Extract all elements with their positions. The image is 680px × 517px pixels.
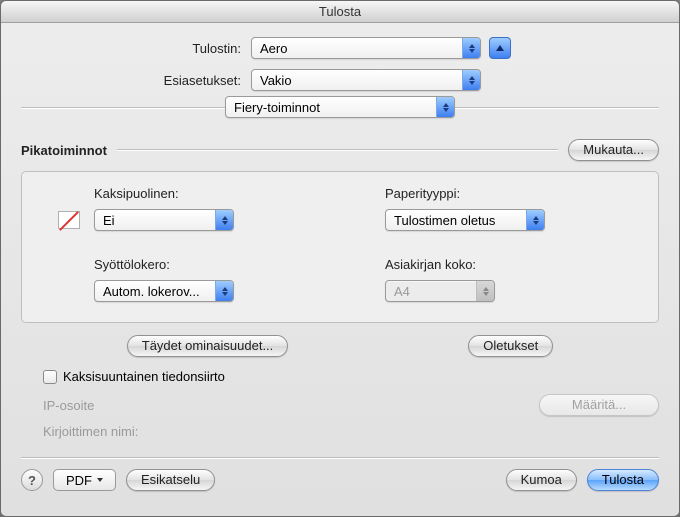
docsize-select: A4 — [385, 280, 495, 302]
dropdown-arrows-icon — [215, 210, 233, 230]
docsize-select-value: A4 — [386, 284, 476, 299]
inputtray-select[interactable]: Autom. lokerov... — [94, 280, 234, 302]
disclosure-button[interactable] — [489, 37, 511, 59]
window-title: Tulosta — [1, 1, 679, 23]
duplex-off-icon — [58, 211, 80, 229]
triangle-down-icon — [97, 478, 103, 482]
printer-select-value: Aero — [252, 41, 462, 56]
pdf-menu-label: PDF — [66, 473, 92, 488]
docsize-label: Asiakirjan koko: — [385, 257, 636, 272]
print-button[interactable]: Tulosta — [587, 469, 659, 491]
presets-select[interactable]: Vakio — [251, 69, 481, 91]
customize-button[interactable]: Mukauta... — [568, 139, 659, 161]
dropdown-arrows-icon — [526, 210, 544, 230]
mid-buttons-row: Täydet ominaisuudet... Oletukset — [21, 335, 659, 357]
printer-label: Tulostin: — [21, 41, 251, 56]
dropdown-arrows-icon — [215, 281, 233, 301]
dropdown-arrows-icon — [462, 38, 480, 58]
bottom-divider — [21, 457, 659, 459]
papertype-select-value: Tulostimen oletus — [386, 213, 526, 228]
dialog-footer: ? PDF Esikatselu Kumoa Tulosta — [21, 469, 659, 493]
quick-actions-title: Pikatoiminnot — [21, 143, 107, 158]
triangle-up-icon — [496, 45, 504, 51]
ip-label: IP-osoite — [43, 398, 163, 413]
duplex-select-value: Ei — [95, 213, 215, 228]
full-properties-button[interactable]: Täydet ominaisuudet... — [127, 335, 289, 357]
printer-name-row: Kirjoittimen nimi: — [43, 424, 659, 439]
papertype-select[interactable]: Tulostimen oletus — [385, 209, 545, 231]
dialog-content: Tulostin: Aero Esiasetukset: Vakio Fiery… — [1, 23, 679, 516]
bidi-checkbox-label: Kaksisuuntainen tiedonsiirto — [63, 369, 225, 384]
dropdown-arrows-icon — [462, 70, 480, 90]
presets-label: Esiasetukset: — [21, 73, 251, 88]
quick-actions-panel: Kaksipuolinen: Paperityyppi: Ei Tulostim… — [21, 171, 659, 323]
configure-button: Määritä... — [539, 394, 659, 416]
duplex-select[interactable]: Ei — [94, 209, 234, 231]
help-button[interactable]: ? — [21, 469, 43, 491]
divider-line — [117, 149, 558, 151]
bidi-checkbox[interactable] — [43, 370, 57, 384]
ip-row: IP-osoite Määritä... — [43, 394, 659, 416]
dropdown-arrows-icon — [476, 281, 494, 301]
bidi-checkbox-row: Kaksisuuntainen tiedonsiirto — [43, 369, 659, 384]
pane-select[interactable]: Fiery-toiminnot — [225, 96, 455, 118]
pane-divider: Fiery-toiminnot — [21, 107, 659, 109]
print-dialog-window: Tulosta Tulostin: Aero Esiasetukset: Vak… — [0, 0, 680, 517]
pane-select-value: Fiery-toiminnot — [226, 100, 436, 115]
help-icon: ? — [28, 473, 36, 488]
printer-select[interactable]: Aero — [251, 37, 481, 59]
duplex-label: Kaksipuolinen: — [94, 186, 345, 201]
quick-actions-header: Pikatoiminnot Mukauta... — [21, 139, 659, 161]
printer-row: Tulostin: Aero — [21, 37, 659, 59]
printer-name-label: Kirjoittimen nimi: — [43, 424, 138, 439]
pdf-menu-button[interactable]: PDF — [53, 469, 116, 491]
inputtray-select-value: Autom. lokerov... — [95, 284, 215, 299]
papertype-label: Paperityyppi: — [385, 186, 636, 201]
dropdown-arrows-icon — [436, 97, 454, 117]
presets-row: Esiasetukset: Vakio — [21, 69, 659, 91]
cancel-button[interactable]: Kumoa — [506, 469, 577, 491]
defaults-button[interactable]: Oletukset — [468, 335, 553, 357]
presets-select-value: Vakio — [252, 73, 462, 88]
inputtray-label: Syöttölokero: — [94, 257, 345, 272]
preview-button[interactable]: Esikatselu — [126, 469, 215, 491]
